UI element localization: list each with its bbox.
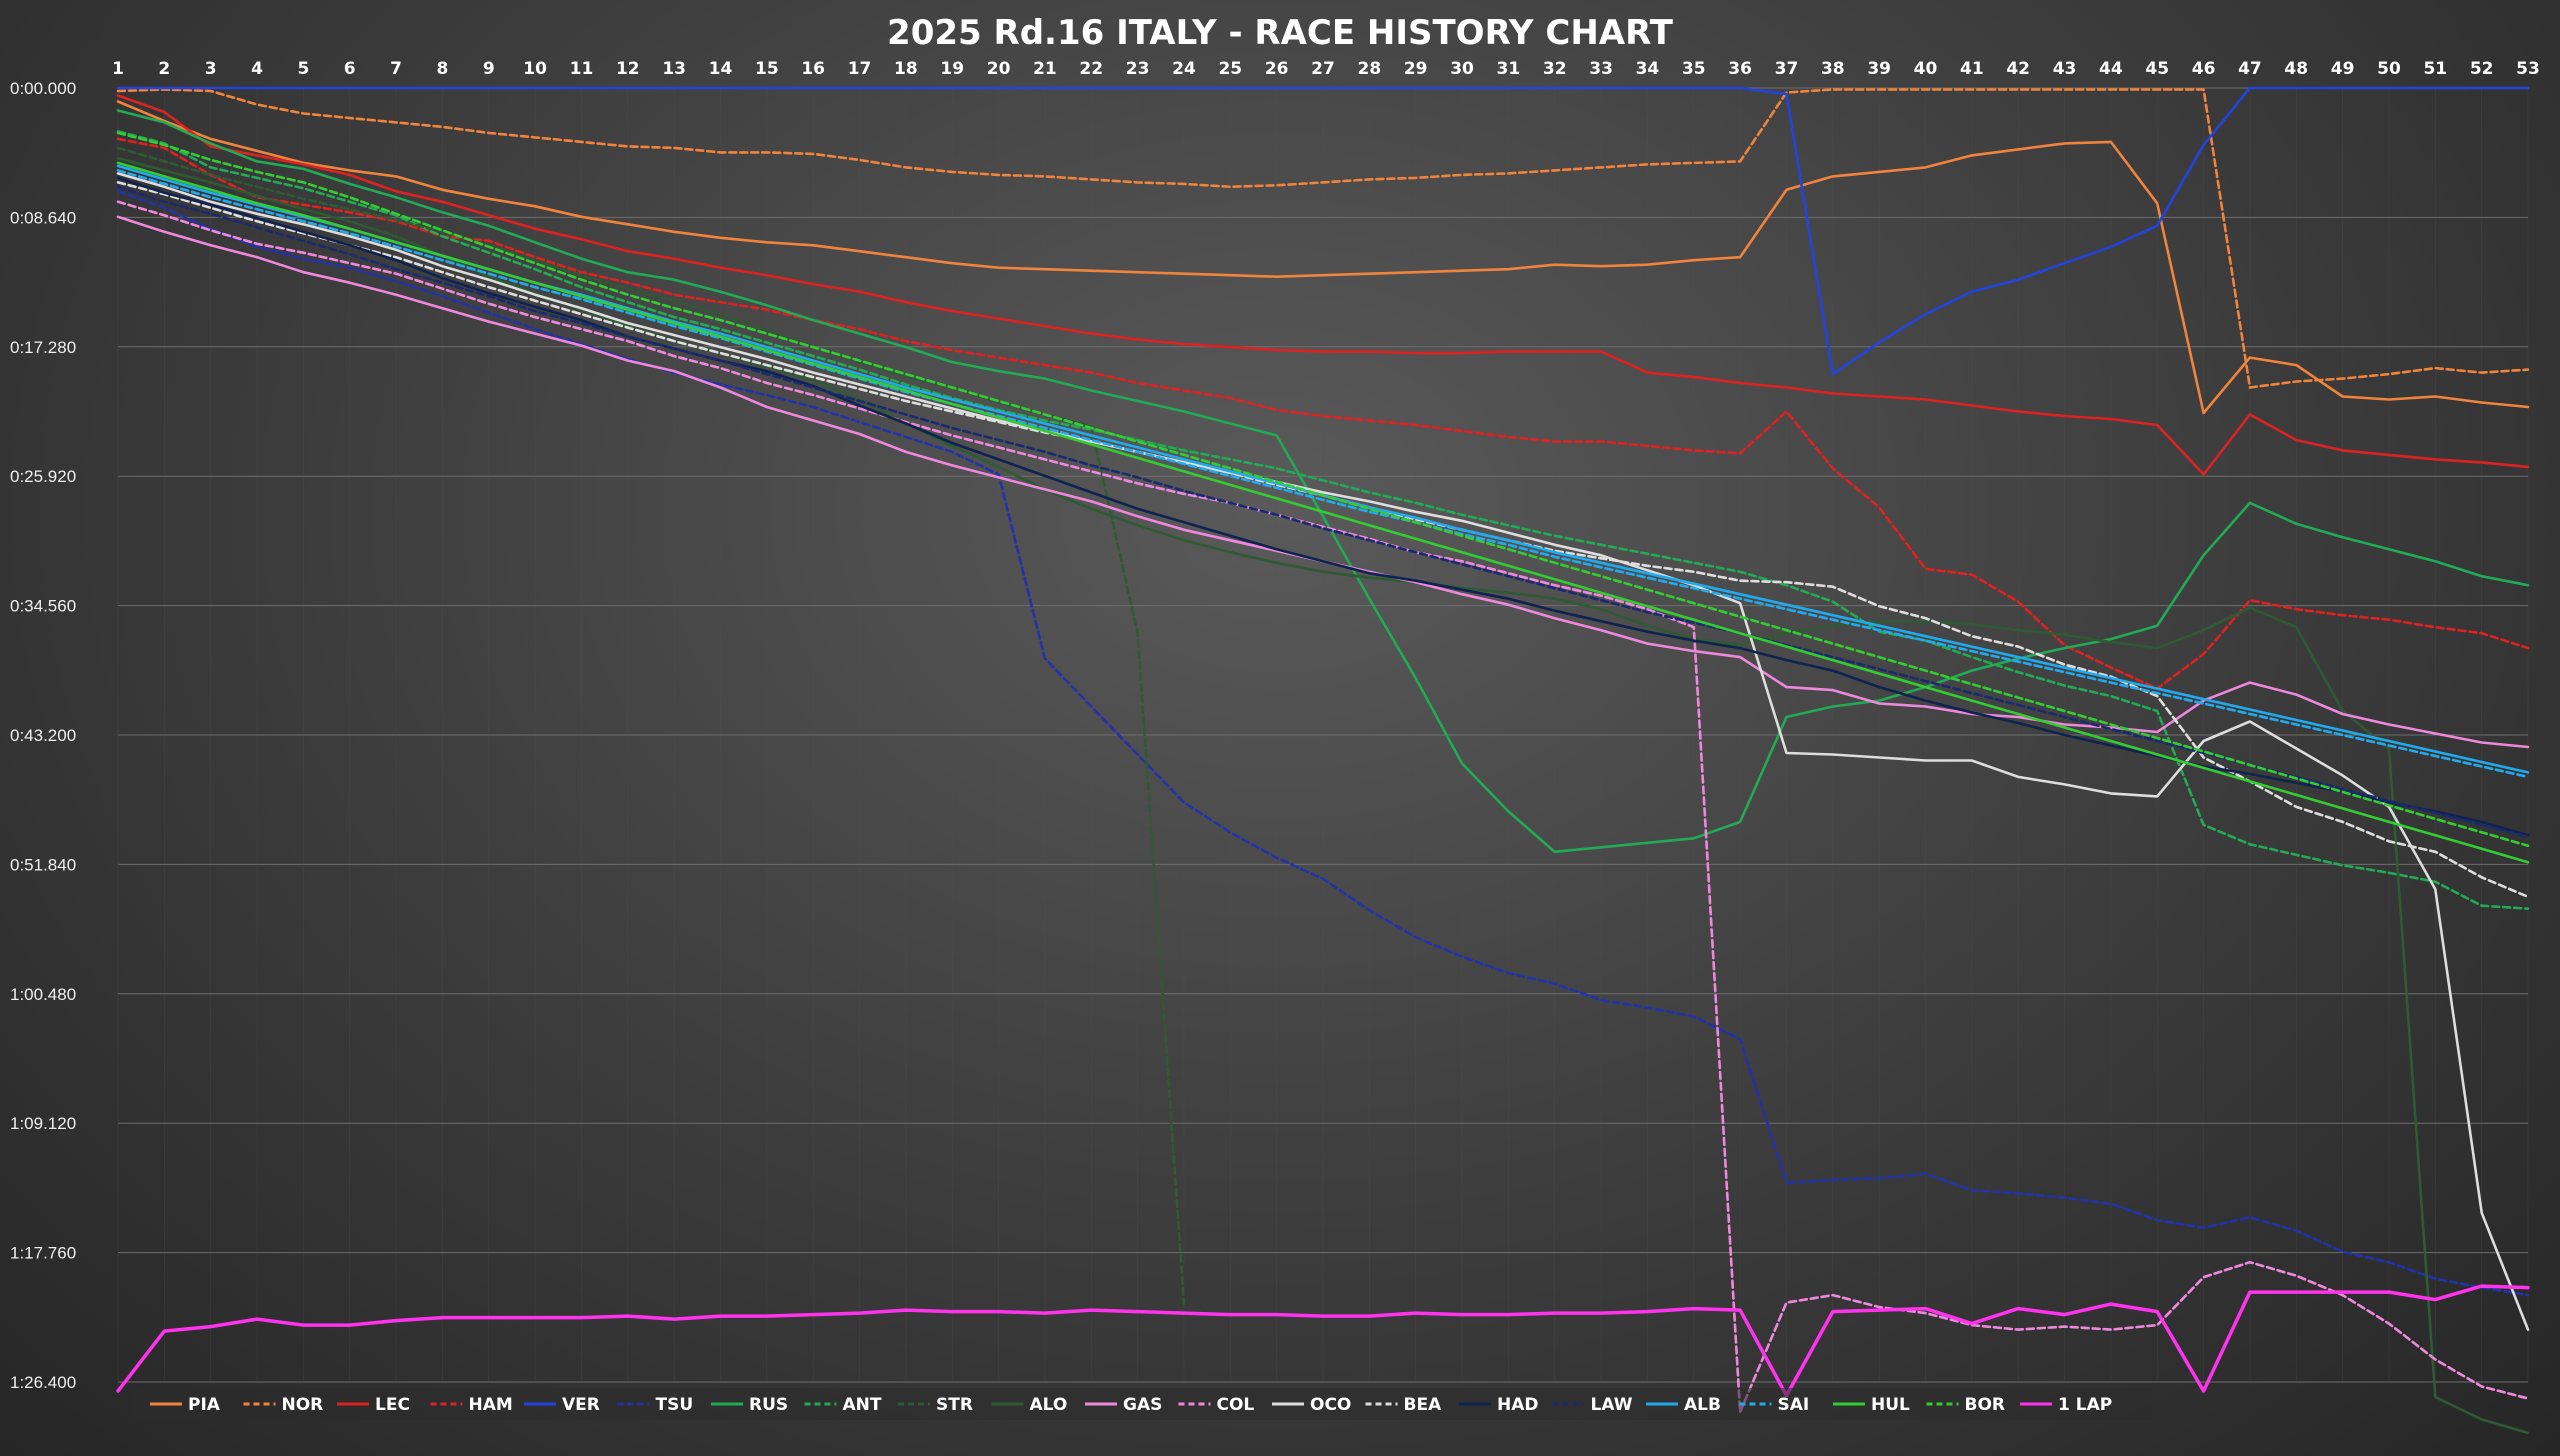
- x-tick-label: 29: [1404, 59, 1428, 79]
- chart-canvas: 0:00.000 0:08.640 0:17.280 0:25.920 0:34.560…: [10, 13, 2540, 1435]
- x-tick-label: 48: [2284, 59, 2308, 79]
- x-tick-label: 26: [1265, 59, 1289, 79]
- y-tick-label: 0:00.000: [10, 79, 76, 98]
- x-tick-label: 25: [1218, 59, 1242, 79]
- x-tick-label: 11: [570, 59, 594, 79]
- x-tick-label: 8: [437, 59, 449, 79]
- x-tick-label: 40: [1914, 59, 1938, 79]
- x-tick-label: 34: [1636, 59, 1660, 79]
- x-tick-label: 41: [1960, 59, 1984, 79]
- x-tick-label: 32: [1543, 59, 1567, 79]
- x-tick-label: 37: [1775, 59, 1799, 79]
- legend-label: HAD: [1497, 1395, 1539, 1415]
- x-tick-label: 50: [2377, 59, 2401, 79]
- x-tick-label: 53: [2516, 59, 2540, 79]
- legend-label: HUL: [1871, 1395, 1910, 1415]
- x-tick-label: 49: [2331, 59, 2355, 79]
- legend-label: NOR: [282, 1395, 324, 1415]
- series-line-str: [116, 146, 1186, 1306]
- x-tick-label: 13: [662, 59, 686, 79]
- y-tick-label: 1:26.400: [10, 1373, 76, 1392]
- x-tick-label: 24: [1172, 59, 1196, 79]
- legend-label: ALB: [1684, 1395, 1721, 1415]
- x-tick-label: 6: [344, 59, 356, 79]
- x-tick-label: 35: [1682, 59, 1706, 79]
- x-tick-label: 21: [1033, 59, 1057, 79]
- x-tick-label: 23: [1126, 59, 1150, 79]
- legend-label: ALO: [1030, 1395, 1068, 1415]
- x-tick-label: 31: [1497, 59, 1521, 79]
- x-tick-label: 1: [112, 59, 124, 79]
- legend-label: 1 LAP: [2058, 1395, 2112, 1415]
- legend-label: SAI: [1778, 1395, 1810, 1415]
- x-tick-label: 5: [297, 59, 309, 79]
- legend-label: HAM: [469, 1395, 513, 1415]
- x-tick-label: 42: [2006, 59, 2030, 79]
- chart-title: 2025 Rd.16 ITALY - RACE HISTORY CHART: [887, 13, 1674, 53]
- x-tick-label: 14: [709, 59, 733, 79]
- legend-label: OCO: [1310, 1395, 1351, 1415]
- legend-label: BEA: [1404, 1395, 1443, 1415]
- x-tick-label: 33: [1589, 59, 1613, 79]
- legend-label: COL: [1217, 1395, 1255, 1415]
- x-tick-label: 12: [616, 59, 640, 79]
- y-tick-label: 0:08.640: [10, 208, 76, 227]
- x-tick-label: 44: [2099, 59, 2123, 79]
- legend-label: STR: [936, 1395, 973, 1415]
- y-tick-label: 1:09.120: [10, 1114, 76, 1133]
- x-tick-label: 43: [2053, 59, 2077, 79]
- x-tick-label: 15: [755, 59, 779, 79]
- y-tick-label: 0:25.920: [10, 467, 76, 486]
- x-tick-label: 45: [2145, 59, 2169, 79]
- x-tick-label: 30: [1450, 59, 1474, 79]
- x-tick-label: 39: [1867, 59, 1891, 79]
- y-tick-label: 1:17.760: [10, 1244, 76, 1263]
- legend-label: TSU: [656, 1395, 694, 1415]
- legend-label: PIA: [188, 1395, 221, 1415]
- x-tick-label: 10: [523, 59, 547, 79]
- x-tick-label: 16: [801, 59, 825, 79]
- x-tick-label: 38: [1821, 59, 1845, 79]
- legend-label: BOR: [1965, 1395, 2006, 1415]
- x-tick-label: 18: [894, 59, 918, 79]
- x-tick-label: 28: [1358, 59, 1382, 79]
- legend-label: GAS: [1123, 1395, 1162, 1415]
- x-tick-label: 47: [2238, 59, 2262, 79]
- x-tick-label: 3: [205, 59, 217, 79]
- y-tick-label: 0:51.840: [10, 855, 76, 874]
- legend-label: RUS: [749, 1395, 788, 1415]
- legend-label: VER: [562, 1395, 600, 1415]
- x-tick-label: 19: [940, 59, 964, 79]
- legend-label: ANT: [843, 1395, 882, 1415]
- x-tick-label: 46: [2192, 59, 2216, 79]
- race-history-chart: 0:00.000 0:08.640 0:17.280 0:25.920 0:34.560…: [0, 0, 2560, 1456]
- y-tick-label: 0:17.280: [10, 338, 76, 357]
- x-tick-label: 4: [251, 59, 263, 79]
- x-tick-label: 20: [987, 59, 1011, 79]
- x-tick-label: 9: [483, 59, 495, 79]
- x-tick-label: 27: [1311, 59, 1335, 79]
- x-tick-label: 7: [390, 59, 402, 79]
- legend: PIA NOR LEC HAM VER TSU RUS ANT STR ALO GAS COL OCO B…: [132, 1388, 2152, 1420]
- y-tick-label: 1:00.480: [10, 985, 76, 1004]
- x-tick-label: 22: [1079, 59, 1103, 79]
- legend-label: LAW: [1591, 1395, 1633, 1415]
- x-tick-label: 17: [848, 59, 872, 79]
- x-tick-label: 36: [1728, 59, 1752, 79]
- x-tick-label: 52: [2470, 59, 2494, 79]
- x-tick-label: 2: [158, 59, 170, 79]
- y-tick-label: 0:43.200: [10, 726, 76, 745]
- x-tick-label: 51: [2423, 59, 2447, 79]
- legend-label: LEC: [375, 1395, 410, 1415]
- y-tick-label: 0:34.560: [10, 597, 76, 616]
